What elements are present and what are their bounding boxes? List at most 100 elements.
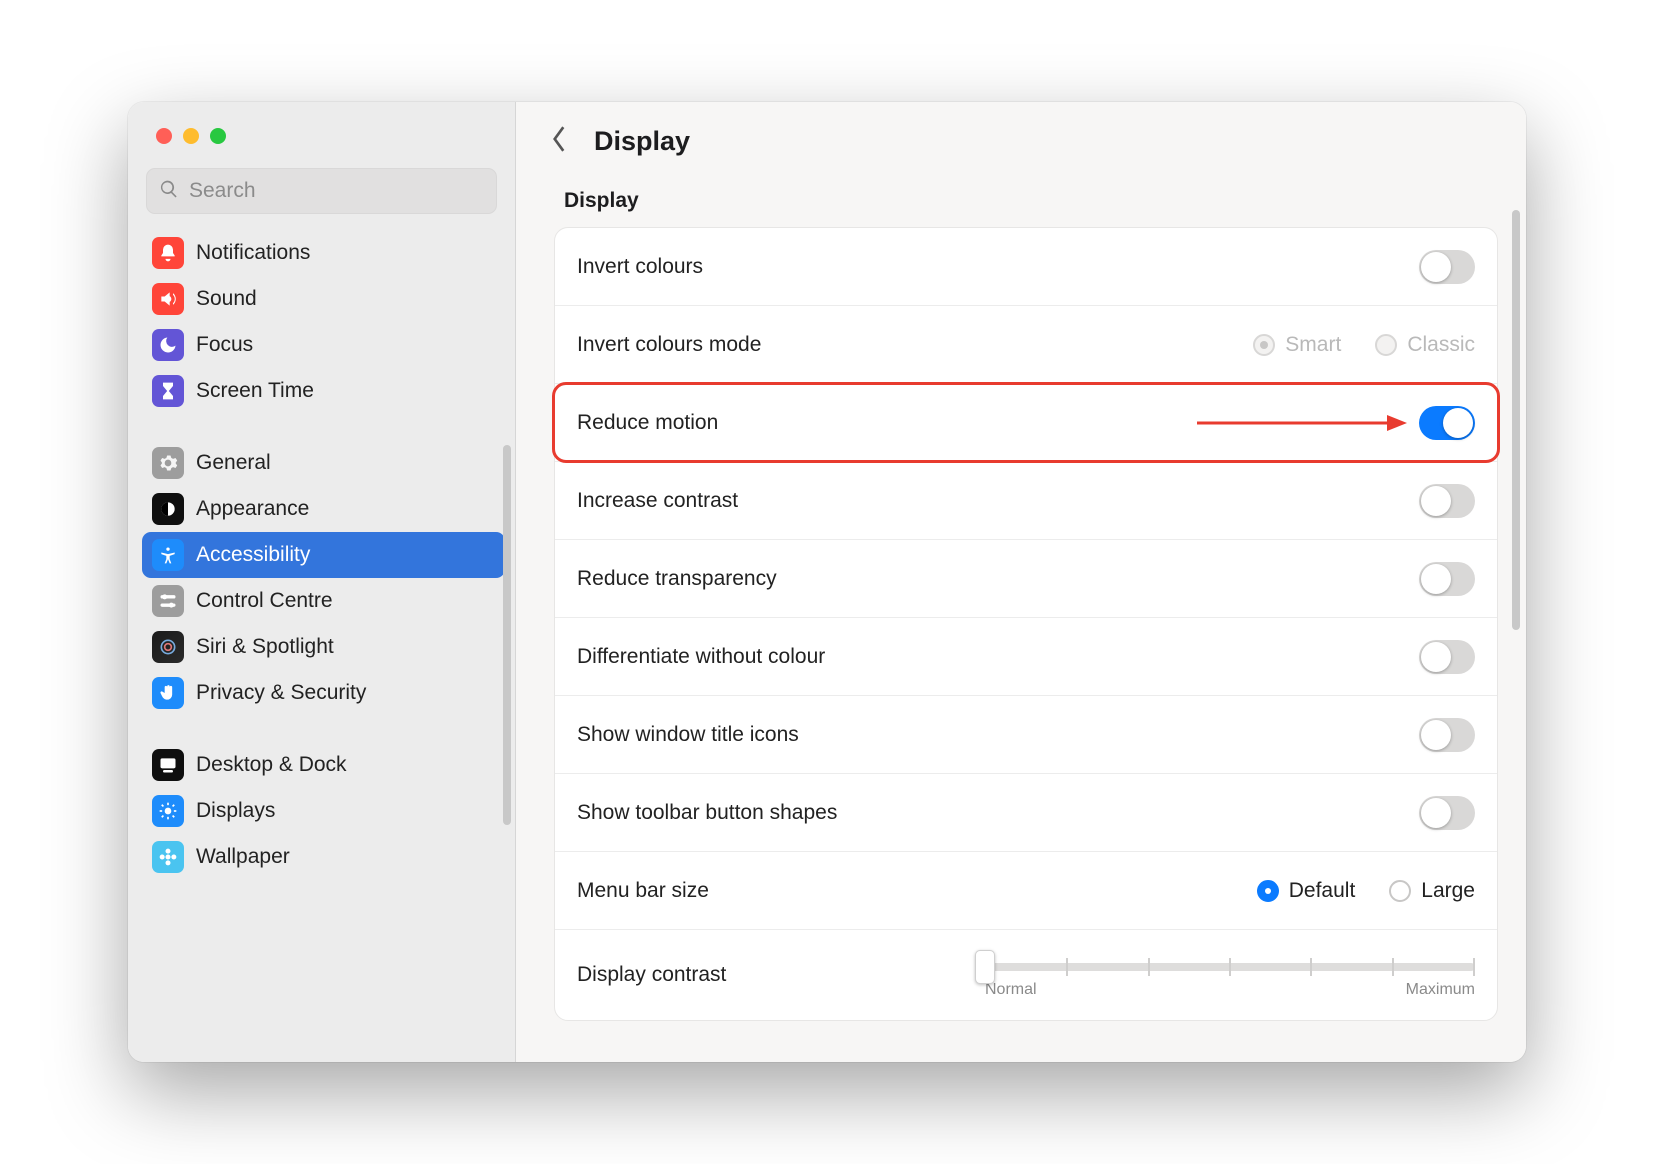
sidebar-item-wallpaper[interactable]: Wallpaper bbox=[142, 834, 505, 880]
slider-track[interactable] bbox=[985, 963, 1475, 971]
radio-smart: Smart bbox=[1253, 333, 1341, 357]
sidebar-scrollbar[interactable] bbox=[503, 445, 511, 825]
row-label: Show window title icons bbox=[577, 723, 799, 747]
sidebar-item-focus[interactable]: Focus bbox=[142, 322, 505, 368]
search-input[interactable] bbox=[189, 179, 484, 203]
radio-large[interactable]: Large bbox=[1389, 879, 1475, 903]
sun-icon bbox=[152, 795, 184, 827]
row-label: Menu bar size bbox=[577, 879, 709, 903]
sidebar-item-label: Focus bbox=[196, 333, 253, 357]
section-title: Display bbox=[554, 189, 1498, 227]
sidebar-item-desktop-dock[interactable]: Desktop & Dock bbox=[142, 742, 505, 788]
minimize-button[interactable] bbox=[183, 128, 199, 144]
sliders-icon bbox=[152, 585, 184, 617]
window-controls bbox=[128, 102, 515, 144]
slider-ticks bbox=[985, 958, 1475, 976]
toggle-differentiate-colour[interactable] bbox=[1419, 640, 1475, 674]
back-button[interactable] bbox=[550, 124, 568, 159]
radio-dot-icon bbox=[1389, 880, 1411, 902]
radio-group-invert-mode: Smart Classic bbox=[1253, 333, 1475, 357]
sidebar-item-screen-time[interactable]: Screen Time bbox=[142, 368, 505, 414]
search-icon bbox=[159, 179, 189, 204]
moon-icon bbox=[152, 329, 184, 361]
toggle-reduce-transparency[interactable] bbox=[1419, 562, 1475, 596]
toggle-toolbar-button-shapes[interactable] bbox=[1419, 796, 1475, 830]
row-label: Differentiate without colour bbox=[577, 645, 825, 669]
sidebar-item-displays[interactable]: Displays bbox=[142, 788, 505, 834]
sidebar-item-label: General bbox=[196, 451, 271, 475]
arrow-annotation-icon bbox=[1197, 411, 1407, 435]
sidebar-item-sound[interactable]: Sound bbox=[142, 276, 505, 322]
sidebar-item-control-centre[interactable]: Control Centre bbox=[142, 578, 505, 624]
siri-icon bbox=[152, 631, 184, 663]
row-label: Display contrast bbox=[577, 963, 726, 987]
row-reduce-transparency: Reduce transparency bbox=[555, 540, 1497, 618]
page-title: Display bbox=[594, 126, 690, 157]
row-increase-contrast: Increase contrast bbox=[555, 462, 1497, 540]
sidebar-item-notifications[interactable]: Notifications bbox=[142, 230, 505, 276]
main-scrollbar[interactable] bbox=[1512, 210, 1520, 630]
sidebar-divider bbox=[142, 414, 505, 440]
radio-label: Default bbox=[1289, 879, 1356, 903]
toggle-increase-contrast[interactable] bbox=[1419, 484, 1475, 518]
radio-classic: Classic bbox=[1375, 333, 1475, 357]
sidebar-item-label: Siri & Spotlight bbox=[196, 635, 334, 659]
settings-card: Invert colours Invert colours mode Smart… bbox=[554, 227, 1498, 1021]
sidebar-divider bbox=[142, 716, 505, 742]
toggle-invert-colours[interactable] bbox=[1419, 250, 1475, 284]
row-label: Increase contrast bbox=[577, 489, 738, 513]
sidebar-item-privacy-security[interactable]: Privacy & Security bbox=[142, 670, 505, 716]
slider-thumb[interactable] bbox=[975, 950, 995, 984]
sidebar-item-label: Appearance bbox=[196, 497, 309, 521]
row-invert-colours: Invert colours bbox=[555, 228, 1497, 306]
gear-icon bbox=[152, 447, 184, 479]
row-label: Invert colours mode bbox=[577, 333, 761, 357]
sidebar-item-siri-spotlight[interactable]: Siri & Spotlight bbox=[142, 624, 505, 670]
row-reduce-motion: Reduce motion bbox=[555, 384, 1497, 462]
radio-label: Classic bbox=[1407, 333, 1475, 357]
sidebar-item-label: Desktop & Dock bbox=[196, 753, 347, 777]
sidebar-item-appearance[interactable]: Appearance bbox=[142, 486, 505, 532]
row-display-contrast: Display contrast Normal Maximum bbox=[555, 930, 1497, 1020]
sidebar-item-label: Sound bbox=[196, 287, 257, 311]
hourglass-icon bbox=[152, 375, 184, 407]
row-label: Reduce transparency bbox=[577, 567, 777, 591]
radio-dot-icon bbox=[1253, 334, 1275, 356]
search-field[interactable] bbox=[146, 168, 497, 214]
main-header: Display bbox=[516, 102, 1526, 159]
system-settings-window: Notifications Sound Focus Screen Time Ge… bbox=[128, 102, 1526, 1062]
sidebar-item-label: Notifications bbox=[196, 241, 310, 265]
slider-max-label: Maximum bbox=[1406, 981, 1475, 999]
sidebar-item-general[interactable]: General bbox=[142, 440, 505, 486]
sidebar-list: Notifications Sound Focus Screen Time Ge… bbox=[128, 228, 515, 1062]
hand-icon bbox=[152, 677, 184, 709]
close-button[interactable] bbox=[156, 128, 172, 144]
appearance-icon bbox=[152, 493, 184, 525]
maximize-button[interactable] bbox=[210, 128, 226, 144]
main-panel: Display Display Invert colours Invert co… bbox=[516, 102, 1526, 1062]
flower-icon bbox=[152, 841, 184, 873]
sidebar-item-label: Control Centre bbox=[196, 589, 333, 613]
radio-label: Smart bbox=[1285, 333, 1341, 357]
row-invert-colours-mode: Invert colours mode Smart Classic bbox=[555, 306, 1497, 384]
sidebar-item-label: Privacy & Security bbox=[196, 681, 366, 705]
row-menu-bar-size: Menu bar size Default Large bbox=[555, 852, 1497, 930]
row-label: Reduce motion bbox=[577, 411, 718, 435]
toggle-reduce-motion[interactable] bbox=[1419, 406, 1475, 440]
radio-label: Large bbox=[1421, 879, 1475, 903]
radio-dot-icon bbox=[1257, 880, 1279, 902]
row-label: Invert colours bbox=[577, 255, 703, 279]
sidebar: Notifications Sound Focus Screen Time Ge… bbox=[128, 102, 516, 1062]
sidebar-item-label: Screen Time bbox=[196, 379, 314, 403]
toggle-window-title-icons[interactable] bbox=[1419, 718, 1475, 752]
speaker-icon bbox=[152, 283, 184, 315]
row-window-title-icons: Show window title icons bbox=[555, 696, 1497, 774]
sidebar-item-accessibility[interactable]: Accessibility bbox=[142, 532, 505, 578]
dock-icon bbox=[152, 749, 184, 781]
slider-labels: Normal Maximum bbox=[985, 981, 1475, 999]
slider-display-contrast[interactable]: Normal Maximum bbox=[985, 951, 1475, 999]
accessibility-icon bbox=[152, 539, 184, 571]
row-toolbar-button-shapes: Show toolbar button shapes bbox=[555, 774, 1497, 852]
row-differentiate-colour: Differentiate without colour bbox=[555, 618, 1497, 696]
radio-default[interactable]: Default bbox=[1257, 879, 1356, 903]
